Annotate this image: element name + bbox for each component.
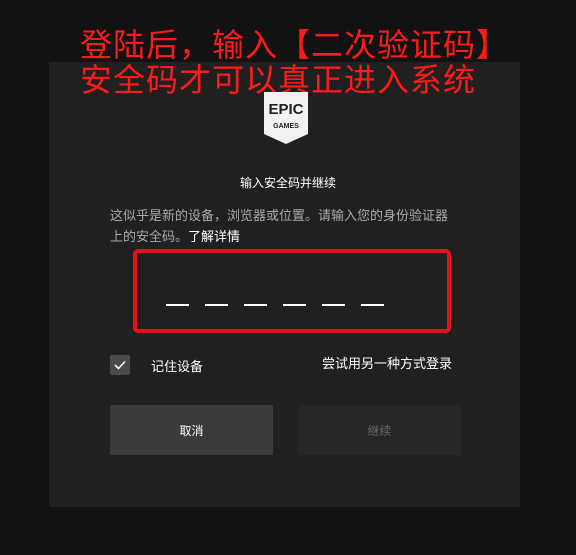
code-slot-5[interactable] (322, 304, 345, 306)
continue-button[interactable]: 继续 (298, 405, 461, 455)
remember-device-toggle[interactable]: 记住设备 (110, 355, 203, 375)
code-slot-1[interactable] (166, 304, 189, 306)
security-code-input[interactable] (166, 301, 384, 307)
code-slot-4[interactable] (283, 304, 306, 306)
annotation-line-2: 安全码才可以真正进入系统 (80, 61, 477, 99)
logo-epic-text: EPIC (268, 101, 303, 118)
epic-games-logo: EPIC GAMES (264, 92, 308, 144)
remember-device-label: 记住设备 (151, 359, 204, 375)
code-slot-6[interactable] (361, 304, 384, 306)
epic-games-logo-icon: EPIC GAMES (264, 92, 308, 144)
code-slot-3[interactable] (244, 304, 267, 306)
instruction-annotation: 登陆后，输入【二次验证码】 安全码才可以真正进入系统 (80, 28, 560, 98)
code-slot-2[interactable] (205, 304, 228, 306)
cancel-button[interactable]: 取消 (110, 405, 273, 455)
description-body: 这似乎是新的设备，浏览器或位置。请输入您的身份验证器上的安全码。 (110, 209, 449, 245)
logo-games-text: GAMES (273, 123, 299, 130)
remember-device-checkbox[interactable] (110, 355, 130, 375)
description-text: 这似乎是新的设备，浏览器或位置。请输入您的身份验证器上的安全码。了解详情 (110, 206, 460, 248)
learn-more-link[interactable]: 了解详情 (188, 230, 240, 245)
checkmark-icon (114, 360, 126, 370)
alternate-login-link[interactable]: 尝试用另一种方式登录 (322, 355, 452, 375)
annotation-line-1: 登陆后，输入【二次验证码】 (80, 26, 510, 64)
highlight-box (133, 249, 451, 333)
page-title: 输入安全码并继续 (239, 176, 336, 190)
